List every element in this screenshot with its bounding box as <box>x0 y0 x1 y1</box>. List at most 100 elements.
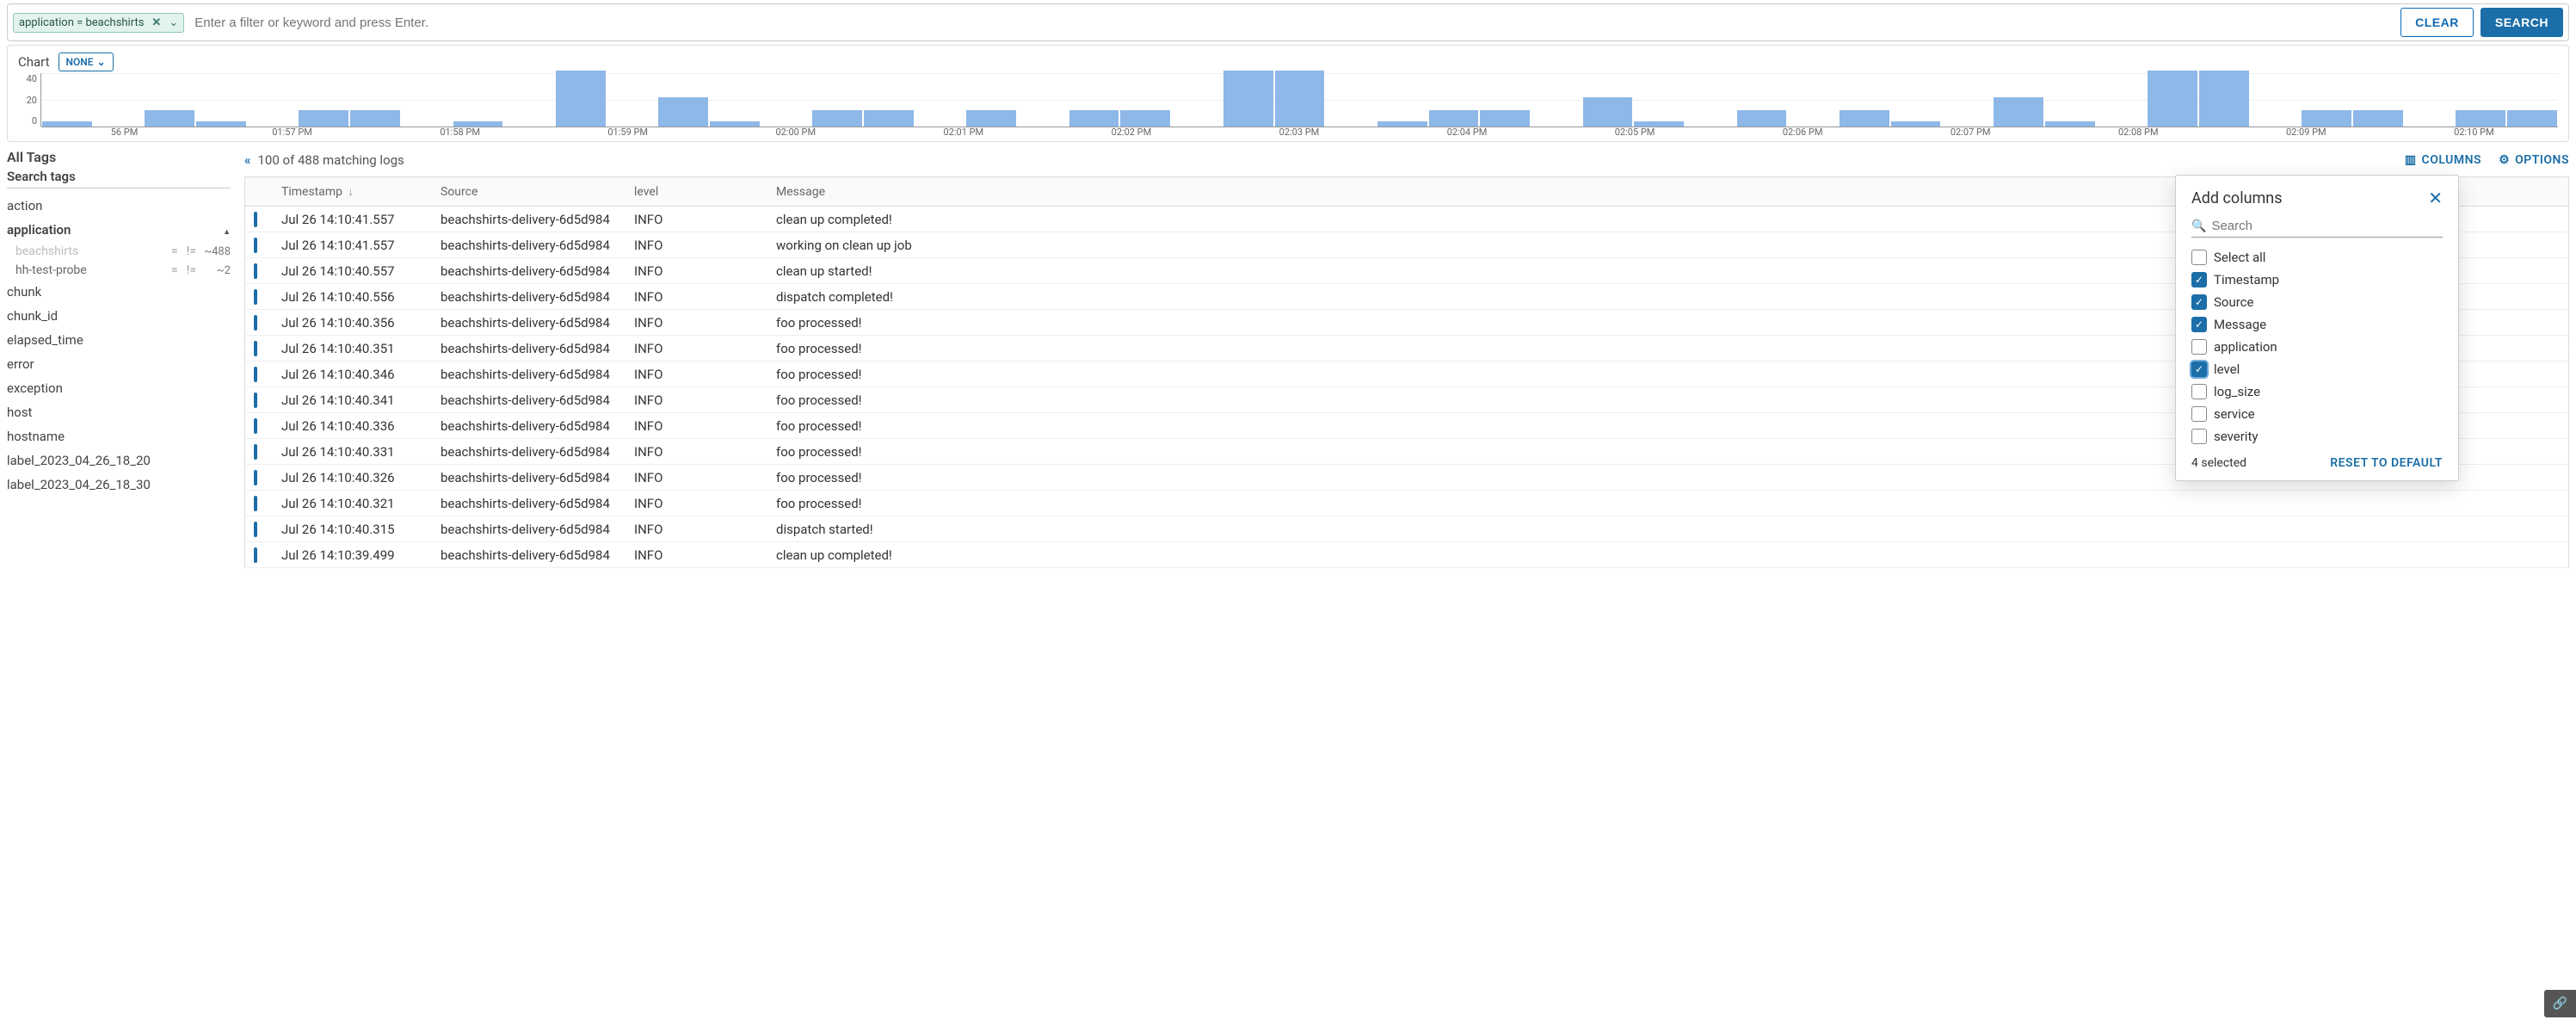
table-row[interactable]: Jul 26 14:10:40.315beachshirts-delivery-… <box>245 516 2569 542</box>
chart-area[interactable] <box>40 73 2558 127</box>
chart-bar[interactable] <box>1737 110 1787 127</box>
chart-bar[interactable] <box>812 110 862 127</box>
cell-source: beachshirts-delivery-6d5d984 <box>432 284 626 310</box>
tag-elapsed_time[interactable]: elapsed_time <box>7 328 231 352</box>
chart-bar[interactable] <box>453 121 503 127</box>
cell-source: beachshirts-delivery-6d5d984 <box>432 232 626 258</box>
tag-value-beachshirts[interactable]: beachshirts=!=~488 <box>7 242 231 261</box>
chart-bar[interactable] <box>1583 97 1633 127</box>
chart-bar[interactable] <box>658 97 708 127</box>
tag-hostname[interactable]: hostname <box>7 424 231 448</box>
cell-source: beachshirts-delivery-6d5d984 <box>432 491 626 516</box>
link-icon: 🔗 <box>2553 997 2567 1011</box>
checkbox[interactable]: ✓ <box>2191 362 2207 377</box>
checkbox[interactable] <box>2191 429 2207 444</box>
chart-bar[interactable] <box>1891 121 1941 127</box>
checkbox[interactable]: ✓ <box>2191 317 2207 332</box>
close-icon[interactable]: ✕ <box>2428 188 2443 208</box>
chart-bar[interactable] <box>710 121 760 127</box>
remove-chip-icon[interactable]: ✕ <box>149 16 163 29</box>
chart-bar[interactable] <box>350 110 400 127</box>
column-option-level[interactable]: ✓ level <box>2191 358 2443 380</box>
chart-bar[interactable] <box>145 110 194 127</box>
chart-bar[interactable] <box>196 121 246 127</box>
col-level[interactable]: level <box>626 177 767 207</box>
checkbox[interactable]: ✓ <box>2191 294 2207 310</box>
chart-bar[interactable] <box>1994 97 2043 127</box>
chart-bar[interactable] <box>966 110 1016 127</box>
chart-bar[interactable] <box>1223 71 1273 127</box>
search-input[interactable] <box>191 12 2394 34</box>
search-button[interactable]: SEARCH <box>2480 8 2563 37</box>
chart-bar[interactable] <box>1120 110 1170 127</box>
popup-title: Add columns <box>2191 189 2283 207</box>
tag-chunk[interactable]: chunk <box>7 280 231 304</box>
chart-bar[interactable] <box>2507 110 2557 127</box>
col-timestamp[interactable]: Timestamp↓ <box>273 177 432 207</box>
checkbox[interactable] <box>2191 406 2207 422</box>
chart-bar[interactable] <box>299 110 348 127</box>
tag-exception[interactable]: exception <box>7 376 231 400</box>
chart-bar[interactable] <box>2045 121 2095 127</box>
table-row[interactable]: Jul 26 14:10:40.321beachshirts-delivery-… <box>245 491 2569 516</box>
eq-op[interactable]: = <box>171 244 178 258</box>
option-label: service <box>2214 406 2255 422</box>
options-button[interactable]: ⚙ OPTIONS <box>2499 153 2569 167</box>
tag-host[interactable]: host <box>7 400 231 424</box>
checkbox[interactable]: ✓ <box>2191 272 2207 287</box>
popup-search-input[interactable] <box>2211 219 2443 233</box>
column-option-select-all[interactable]: Select all <box>2191 246 2443 269</box>
tag-label_2023_04_26_18_30[interactable]: label_2023_04_26_18_30 <box>7 473 231 497</box>
column-option-source[interactable]: ✓Source <box>2191 291 2443 313</box>
chart-bar[interactable] <box>2456 110 2505 127</box>
chart-bar[interactable] <box>2199 71 2249 127</box>
clear-button[interactable]: CLEAR <box>2400 8 2474 37</box>
columns-button[interactable]: ▥ COLUMNS <box>2405 153 2481 167</box>
chart-bar[interactable] <box>2302 110 2351 127</box>
checkbox[interactable] <box>2191 384 2207 399</box>
checkbox[interactable] <box>2191 250 2207 265</box>
option-label: level <box>2214 362 2240 377</box>
chart-bar[interactable] <box>2148 71 2197 127</box>
chart-bar[interactable] <box>1069 110 1119 127</box>
filter-chip-application[interactable]: application = beachshirts ✕ ⌄ <box>13 13 184 33</box>
ne-op[interactable]: != <box>187 263 196 277</box>
tag-chunk_id[interactable]: chunk_id <box>7 304 231 328</box>
column-option-timestamp[interactable]: ✓Timestamp <box>2191 269 2443 291</box>
share-link-button[interactable]: 🔗 <box>2544 990 2576 1017</box>
column-option-log_size[interactable]: log_size <box>2191 380 2443 403</box>
reset-default-button[interactable]: RESET TO DEFAULT <box>2330 456 2443 470</box>
tag-application[interactable]: application <box>7 218 231 242</box>
chart-bar[interactable] <box>2353 110 2403 127</box>
chart-bar[interactable] <box>864 110 914 127</box>
tag-value-hh-test-probe[interactable]: hh-test-probe=!=~2 <box>7 261 231 280</box>
search-icon: 🔍 <box>2191 219 2206 233</box>
tag-error[interactable]: error <box>7 352 231 376</box>
chart-bar[interactable] <box>42 121 92 127</box>
chart-type-dropdown[interactable]: NONE ⌄ <box>59 53 114 71</box>
column-option-application[interactable]: application <box>2191 336 2443 358</box>
chart-bar[interactable] <box>1275 71 1325 127</box>
eq-op[interactable]: = <box>171 263 178 277</box>
ne-op[interactable]: != <box>187 244 196 258</box>
chart-bar[interactable] <box>1840 110 1889 127</box>
checkbox[interactable] <box>2191 339 2207 355</box>
chart-bar[interactable] <box>1634 121 1684 127</box>
chevron-down-icon[interactable]: ⌄ <box>169 16 178 29</box>
tag-label_2023_04_26_18_20[interactable]: label_2023_04_26_18_20 <box>7 448 231 473</box>
col-source[interactable]: Source <box>432 177 626 207</box>
cell-timestamp: Jul 26 14:10:39.499 <box>273 542 432 568</box>
table-row[interactable]: Jul 26 14:10:39.499beachshirts-delivery-… <box>245 542 2569 568</box>
chart-bar[interactable] <box>556 71 606 127</box>
tag-action[interactable]: action <box>7 194 231 218</box>
column-option-message[interactable]: ✓Message <box>2191 313 2443 336</box>
chart-bar[interactable] <box>1480 110 1530 127</box>
cell-timestamp: Jul 26 14:10:40.321 <box>273 491 432 516</box>
chart-bar[interactable] <box>1377 121 1427 127</box>
column-option-severity[interactable]: severity <box>2191 425 2443 448</box>
chart-bar[interactable] <box>1429 110 1479 127</box>
collapse-icon[interactable]: « <box>244 152 251 168</box>
column-option-service[interactable]: service <box>2191 403 2443 425</box>
cell-source: beachshirts-delivery-6d5d984 <box>432 258 626 284</box>
cell-timestamp: Jul 26 14:10:40.326 <box>273 465 432 491</box>
